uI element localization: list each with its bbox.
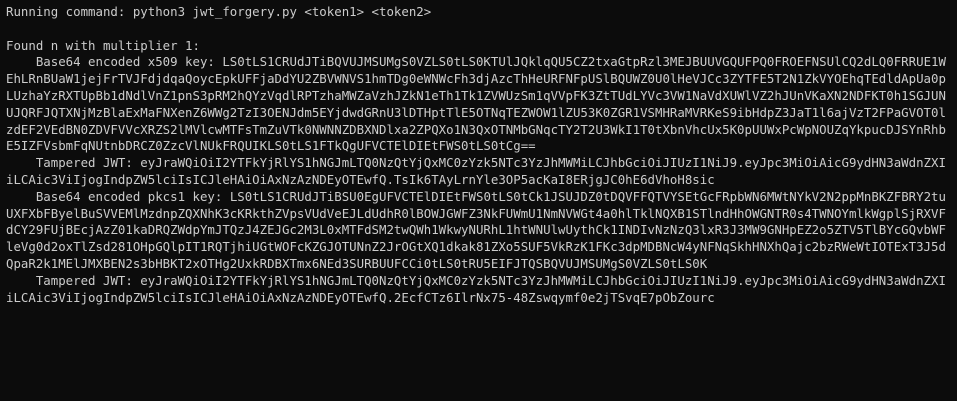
tampered-jwt-output-1: Tampered JWT: eyJraWQiOiI2YTFkYjRlYS1hNG… (6, 155, 951, 189)
found-line: Found n with multiplier 1: (6, 37, 200, 53)
tampered-jwt-value-2: eyJraWQiOiI2YTFkYjRlYS1hNGJmLTQ0NzQtYjQx… (6, 272, 946, 305)
pkcs1-key-label: Base64 encoded pkcs1 key: (6, 188, 230, 204)
x509-key-label: Base64 encoded x509 key: (6, 54, 223, 70)
tampered-jwt-output-2: Tampered JWT: eyJraWQiOiI2YTFkYjRlYS1hNG… (6, 273, 951, 307)
pkcs1-key-output: Base64 encoded pkcs1 key: LS0tLS1CRUdJTi… (6, 189, 951, 273)
terminal-window: Running command: python3 jwt_forgery.py … (0, 0, 957, 401)
tampered-jwt-label-2: Tampered JWT: (6, 272, 141, 288)
tampered-jwt-label-1: Tampered JWT: (6, 155, 141, 171)
x509-key-output: Base64 encoded x509 key: LS0tLS1CRUdJTiB… (6, 54, 951, 155)
command-line: Running command: python3 jwt_forgery.py … (6, 4, 432, 19)
tampered-jwt-value-1: eyJraWQiOiI2YTFkYjRlYS1hNGJmLTQ0NzQtYjQx… (6, 155, 946, 187)
